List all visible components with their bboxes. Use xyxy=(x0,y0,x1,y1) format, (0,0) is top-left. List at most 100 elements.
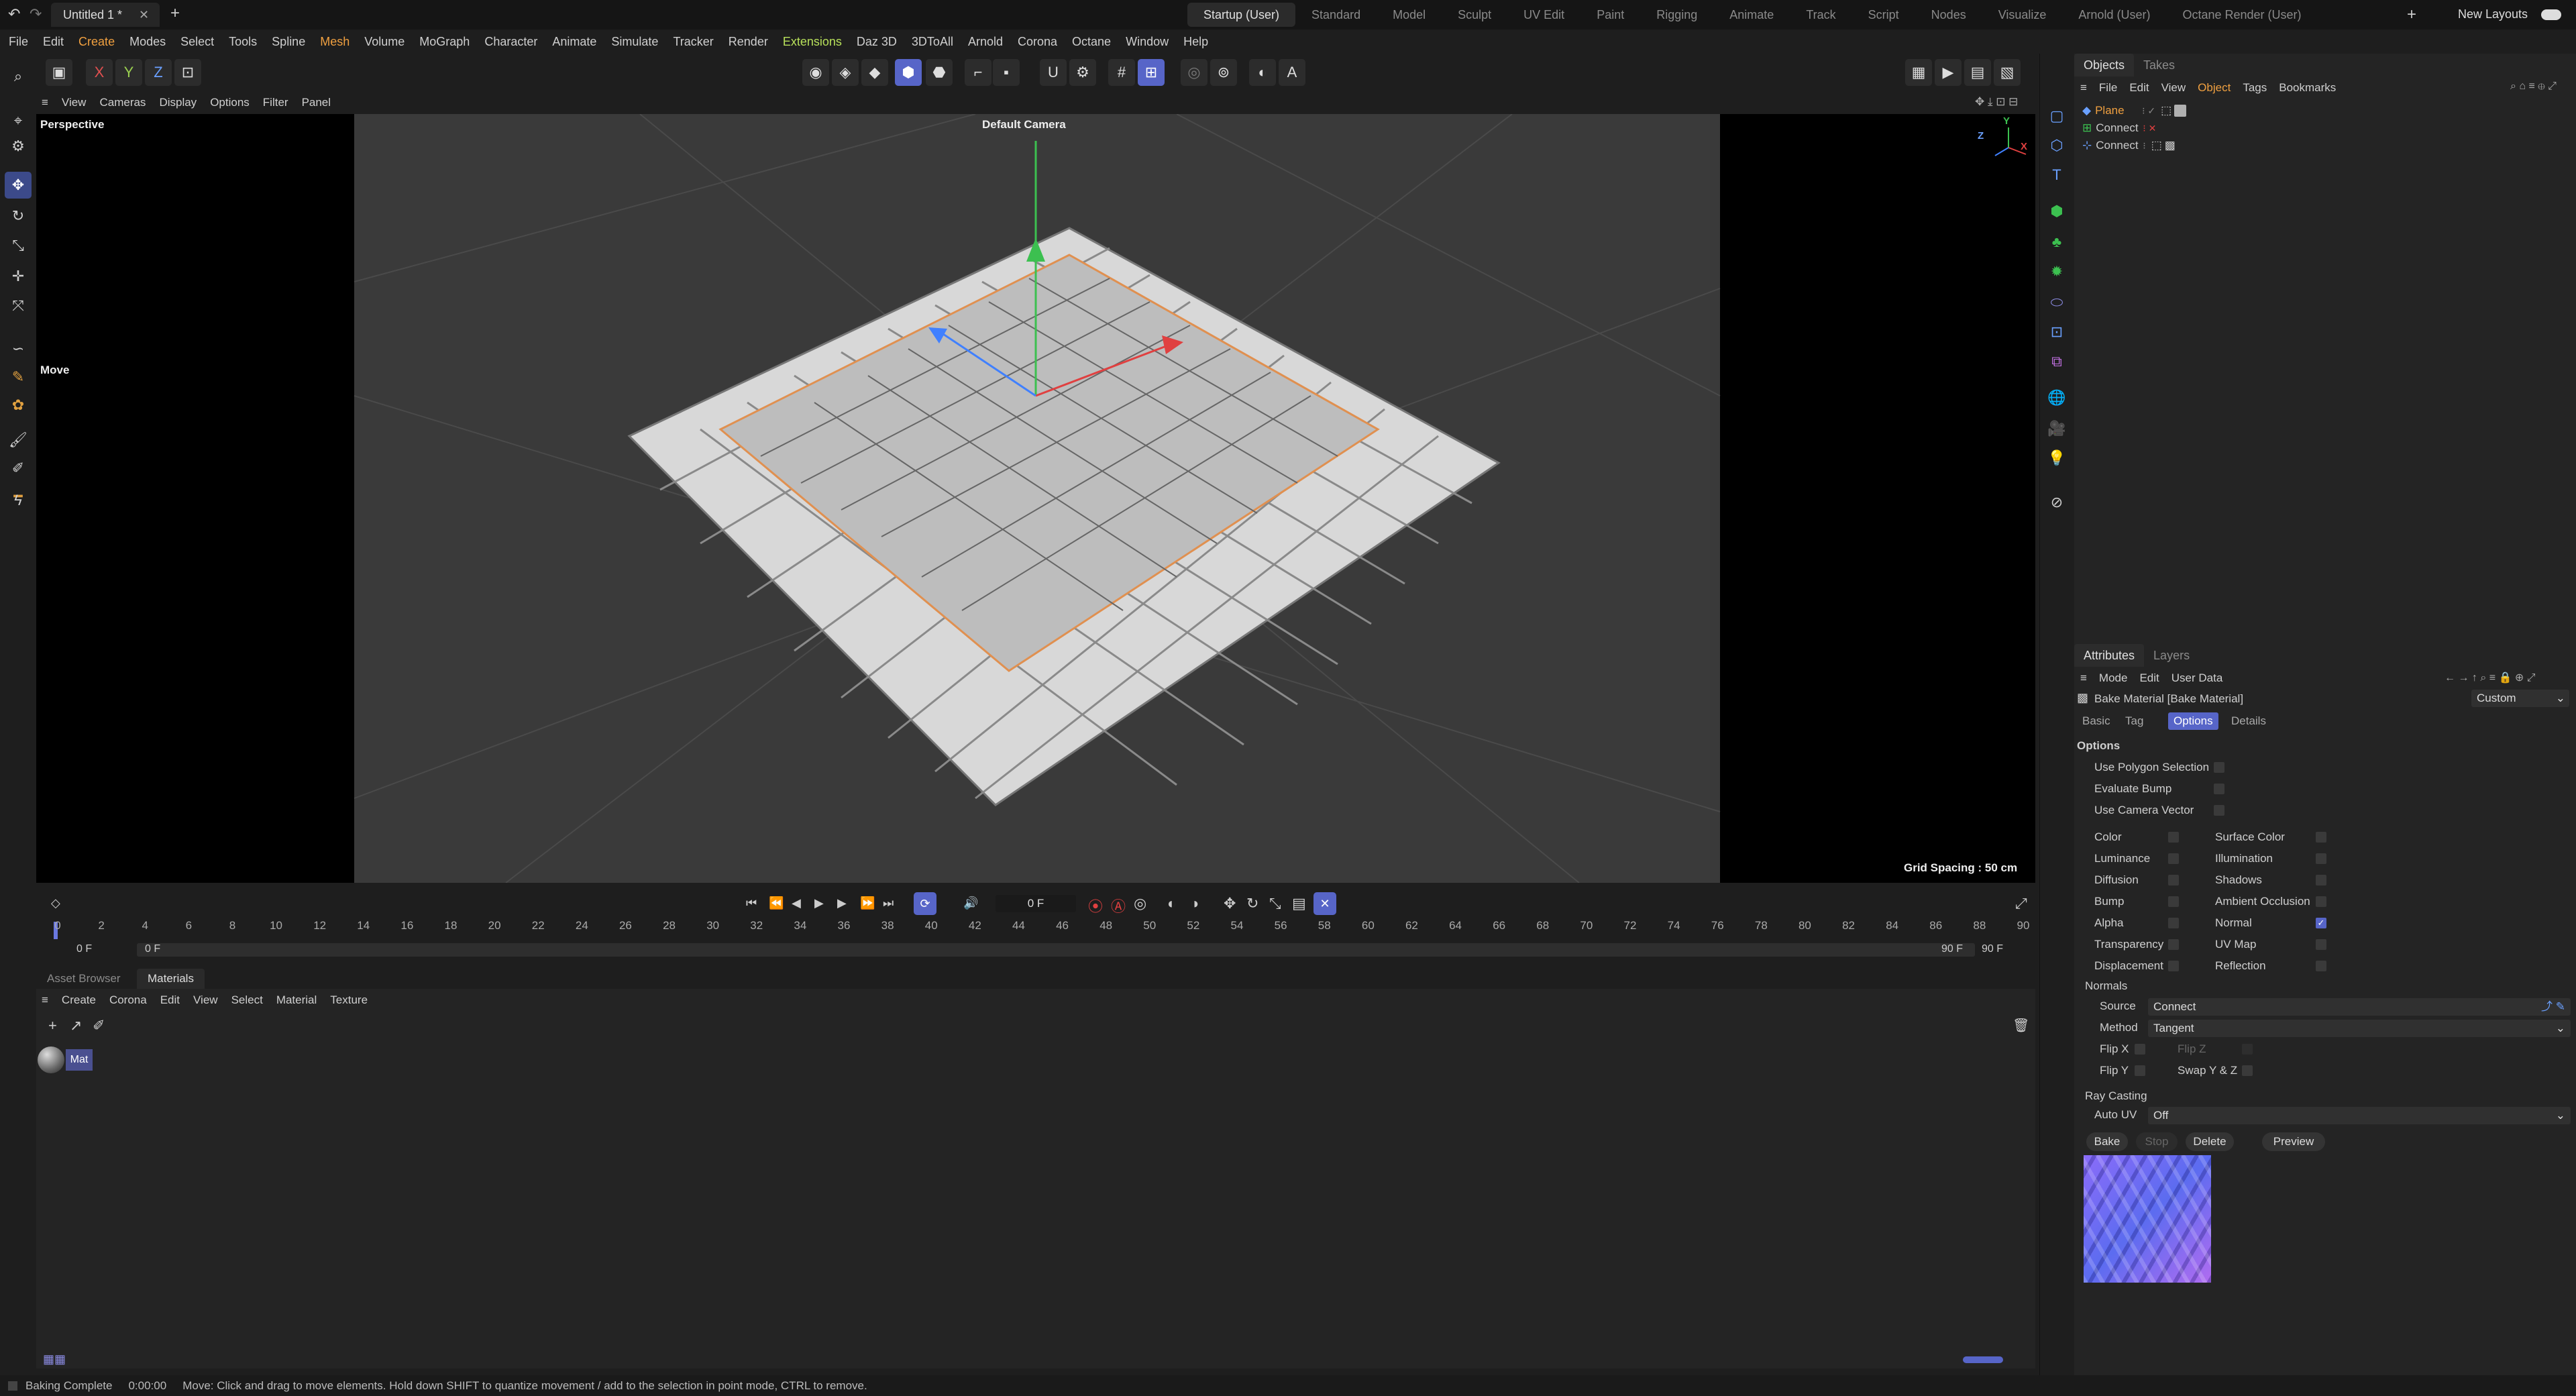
viewport-menu-item[interactable]: View xyxy=(55,96,93,109)
select-icon[interactable]: ⌖ xyxy=(5,107,32,134)
prev-frame-icon[interactable]: ◀ xyxy=(792,896,801,910)
light-icon[interactable]: 💡 xyxy=(2044,445,2070,471)
timeline-expand-icon[interactable]: ⤢ xyxy=(2015,895,2027,912)
paint-icon[interactable]: ✐ xyxy=(5,455,32,482)
render-queue-icon[interactable]: ▧ xyxy=(1994,59,2021,86)
sketch-icon[interactable]: ✎ xyxy=(5,364,32,390)
menu-item[interactable]: Select xyxy=(173,30,221,54)
checkbox[interactable] xyxy=(2168,961,2179,971)
add-layout-icon[interactable]: + xyxy=(2407,5,2416,24)
generator-icon[interactable]: ⬢ xyxy=(2044,199,2070,224)
range-slider[interactable]: 0 F 90 F xyxy=(137,943,1975,957)
layout-tab[interactable]: Startup (User) xyxy=(1187,3,1296,27)
keyframe-icon[interactable]: ◇ xyxy=(51,896,60,910)
axis-y-button[interactable]: Y xyxy=(115,59,142,86)
key-pla-icon[interactable]: ✕ xyxy=(1313,892,1336,915)
layout-tab[interactable]: Track xyxy=(1790,0,1851,30)
compass-icon[interactable]: ⊘ xyxy=(2044,490,2070,515)
method-dropdown[interactable]: Tangent ⌄ xyxy=(2148,1020,2571,1037)
checkbox[interactable] xyxy=(2242,1065,2253,1076)
sound-icon[interactable]: 🔊 xyxy=(963,896,978,910)
scale-tool-icon[interactable]: ⤡ xyxy=(5,232,32,259)
layout-tab[interactable]: Visualize xyxy=(1982,0,2063,30)
checkbox[interactable] xyxy=(2214,784,2224,794)
layout-tab[interactable]: Standard xyxy=(1295,0,1377,30)
range-end-field[interactable]: 90 F xyxy=(1982,943,2003,955)
material-menu-item[interactable]: Edit xyxy=(154,994,186,1007)
texture-mode-icon[interactable]: ▪ xyxy=(993,59,1020,86)
brush-icon[interactable]: 🖌 xyxy=(5,427,32,453)
objects-menu-item[interactable]: View xyxy=(2155,81,2192,95)
material-menu-item[interactable]: Select xyxy=(225,994,270,1007)
viewport-menu-item[interactable]: Panel xyxy=(295,96,337,109)
menu-item[interactable]: Corona xyxy=(1010,30,1065,54)
menu-item[interactable]: File xyxy=(1,30,36,54)
attributes-menu-item[interactable]: User Data xyxy=(2165,672,2229,685)
menu-item[interactable]: Extensions xyxy=(775,30,849,54)
menu-item[interactable]: Volume xyxy=(357,30,412,54)
hamburger-icon[interactable]: ≡ xyxy=(2074,672,2093,685)
polygons-mode-icon[interactable]: ◆ xyxy=(861,59,888,86)
add-material-icon[interactable]: + xyxy=(48,1017,57,1034)
stop-button[interactable]: Stop xyxy=(2136,1132,2178,1151)
viewport-menu-item[interactable]: Filter xyxy=(256,96,295,109)
subtab-tag[interactable]: Tag xyxy=(2120,712,2149,730)
objects-menu-item[interactable]: Edit xyxy=(2123,81,2155,95)
move-tool-icon[interactable]: ✥ xyxy=(5,172,32,199)
material-tag-icon[interactable] xyxy=(2174,105,2187,117)
object-row[interactable]: ◆ Plane ⁝ ✓ ⬚ xyxy=(2082,102,2187,119)
checkbox[interactable] xyxy=(2168,918,2179,928)
spline-icon[interactable]: ⧉ xyxy=(2044,349,2070,374)
object-mode-icon[interactable]: ⬣ xyxy=(926,59,953,86)
redo-icon[interactable]: ↷ xyxy=(30,5,42,23)
menu-item[interactable]: Tracker xyxy=(665,30,720,54)
layout-tab[interactable]: Animate xyxy=(1713,0,1790,30)
tab-layers[interactable]: Layers xyxy=(2144,644,2199,667)
model-mode-icon[interactable]: ⬢ xyxy=(895,59,922,86)
material-manager[interactable]: + ↗ ✐ 🗑 Mat ▦▦ xyxy=(36,1012,2035,1368)
checkbox[interactable] xyxy=(2135,1044,2145,1055)
undo-icon[interactable]: ↶ xyxy=(8,5,20,23)
edit-render-settings-icon[interactable]: ▤ xyxy=(1964,59,1991,86)
trash-icon[interactable]: 🗑 xyxy=(2012,1017,2029,1034)
checkbox[interactable] xyxy=(2168,875,2179,885)
auto-uv-dropdown[interactable]: Off ⌄ xyxy=(2148,1107,2571,1124)
points-mode-icon[interactable]: ◉ xyxy=(802,59,829,86)
viewport-3d[interactable]: Perspective Default Camera Move Grid Spa… xyxy=(36,114,2035,883)
viewport-menu-item[interactable]: Options xyxy=(203,96,256,109)
material-menu-item[interactable]: Texture xyxy=(323,994,374,1007)
grid-icon[interactable]: # xyxy=(1108,59,1135,86)
subtab-options[interactable]: Options xyxy=(2168,712,2218,730)
tab-objects[interactable]: Objects xyxy=(2074,54,2135,76)
prev-key-icon[interactable]: ⏪ xyxy=(769,896,784,910)
preset-dropdown[interactable]: Custom ⌄ xyxy=(2471,690,2569,707)
snap-icon[interactable]: U xyxy=(1040,59,1067,86)
field-icon[interactable]: ⊡ xyxy=(2044,319,2070,345)
next-key-icon[interactable]: ⏩ xyxy=(860,896,875,910)
attributes-menu-item[interactable]: Edit xyxy=(2133,672,2165,685)
settings-icon[interactable]: ⚙ xyxy=(5,133,32,160)
checkbox[interactable] xyxy=(2316,832,2326,843)
objects-menu-item[interactable]: Bookmarks xyxy=(2273,81,2342,95)
menu-item[interactable]: Window xyxy=(1118,30,1176,54)
primitive-icon[interactable]: ⬡ xyxy=(2044,133,2070,158)
spline-pen-icon[interactable]: ∽ xyxy=(5,335,32,362)
goto-start-icon[interactable]: ⏮ xyxy=(746,896,757,910)
checkbox[interactable] xyxy=(2168,853,2179,864)
checkbox[interactable] xyxy=(2316,853,2326,864)
tag-icon[interactable]: ⬚ xyxy=(2161,104,2171,117)
document-tab[interactable]: Untitled 1 * ✕ xyxy=(51,3,160,27)
menu-item[interactable]: Spline xyxy=(264,30,313,54)
menu-item[interactable]: Character xyxy=(477,30,545,54)
play-icon[interactable]: ▶ xyxy=(814,896,824,910)
effector-icon[interactable]: ✹ xyxy=(2044,259,2070,284)
checkbox[interactable] xyxy=(2242,1044,2253,1055)
menu-item[interactable]: Simulate xyxy=(604,30,665,54)
material-item[interactable]: Mat xyxy=(36,1045,94,1075)
hamburger-icon[interactable]: ≡ xyxy=(36,96,55,109)
menu-item[interactable]: Help xyxy=(1176,30,1216,54)
objects-menu-item[interactable]: Tags xyxy=(2237,81,2273,95)
enable-axis-icon[interactable]: A xyxy=(1279,59,1305,86)
key-scale-icon[interactable]: ⤡ xyxy=(1269,895,1281,912)
tab-asset-browser[interactable]: Asset Browser xyxy=(36,969,131,989)
